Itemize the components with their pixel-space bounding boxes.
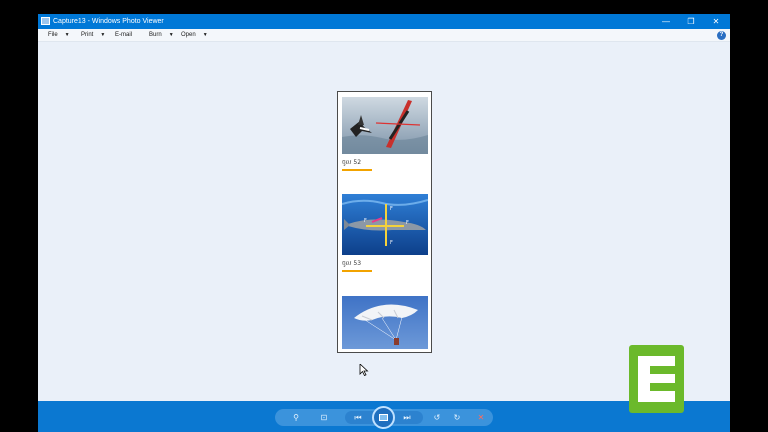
camtasia-logo xyxy=(629,345,684,413)
rotate-clockwise-icon[interactable]: ↻ xyxy=(450,411,464,424)
rotate-counterclockwise-icon[interactable]: ↺ xyxy=(430,411,444,424)
menu-email-label: E-mail xyxy=(115,32,133,38)
menu-file-label: File xyxy=(48,32,58,38)
next-icon[interactable]: ⏭ xyxy=(400,411,414,424)
figure-52-caption: ចូល 52 xyxy=(342,159,362,166)
menu-burn[interactable]: Burn ▼ xyxy=(149,32,174,39)
parachute-photo xyxy=(342,296,428,349)
title-bar: Capture13 - Windows Photo Viewer — ❐ ✕ xyxy=(38,14,730,29)
delete-icon[interactable]: ✕ xyxy=(474,411,488,424)
displayed-image: ចូល 52 F F F F ចូល 53 xyxy=(337,91,432,353)
zoom-icon[interactable]: ⚲ xyxy=(289,411,303,424)
caption-underline xyxy=(342,270,372,272)
caption-underline xyxy=(342,169,372,171)
logo-letter-e xyxy=(638,356,675,402)
menu-burn-label: Burn xyxy=(149,32,162,38)
chevron-down-icon: ▼ xyxy=(64,32,70,38)
menu-open[interactable]: Open ▼ xyxy=(181,32,208,39)
menu-bar: File ▼ Print ▼ E-mail Burn ▼ Open ▼ ? xyxy=(38,29,730,42)
minimize-button[interactable]: — xyxy=(654,14,678,29)
photo-viewer-window: Capture13 - Windows Photo Viewer — ❐ ✕ F… xyxy=(38,14,730,432)
menu-print-label: Print xyxy=(81,32,94,38)
menu-open-label: Open xyxy=(181,32,196,38)
restore-button[interactable]: ❐ xyxy=(679,14,703,29)
slideshow-icon xyxy=(379,414,388,421)
viewer-toolbar: ⚲ ⊡ ⏮ ⏭ ↺ ↻ ✕ xyxy=(38,401,730,432)
figure-53-caption: ចូល 53 xyxy=(342,260,362,267)
dolphin-diagram-photo: F F F F xyxy=(342,194,428,255)
chevron-down-icon: ▼ xyxy=(100,32,106,38)
restore-icon: ❐ xyxy=(687,17,695,26)
minimize-icon: — xyxy=(662,17,670,26)
svg-text:F: F xyxy=(406,220,409,226)
mouse-cursor-icon xyxy=(359,364,369,376)
chevron-down-icon: ▼ xyxy=(168,32,174,38)
svg-text:F: F xyxy=(364,218,367,224)
photo-viewer-app-icon xyxy=(41,17,50,25)
close-button[interactable]: ✕ xyxy=(704,14,728,29)
close-icon: ✕ xyxy=(712,17,720,26)
previous-icon[interactable]: ⏮ xyxy=(351,411,365,424)
help-icon[interactable]: ? xyxy=(717,31,726,40)
menu-email[interactable]: E-mail xyxy=(115,32,132,39)
image-viewer-area: ចូល 52 F F F F ចូល 53 xyxy=(38,42,730,402)
slideshow-button[interactable] xyxy=(372,406,395,429)
chevron-down-icon: ▼ xyxy=(202,32,208,38)
window-title: Capture13 - Windows Photo Viewer xyxy=(53,18,164,25)
menu-file[interactable]: File ▼ xyxy=(48,32,70,39)
menu-print[interactable]: Print ▼ xyxy=(81,32,105,39)
actual-size-icon[interactable]: ⊡ xyxy=(317,411,331,424)
svg-text:F: F xyxy=(390,240,393,246)
viewer-controls: ⚲ ⊡ ⏮ ⏭ ↺ ↻ ✕ xyxy=(275,406,493,429)
albatross-glider-photo xyxy=(342,97,428,154)
svg-text:F: F xyxy=(390,206,393,212)
